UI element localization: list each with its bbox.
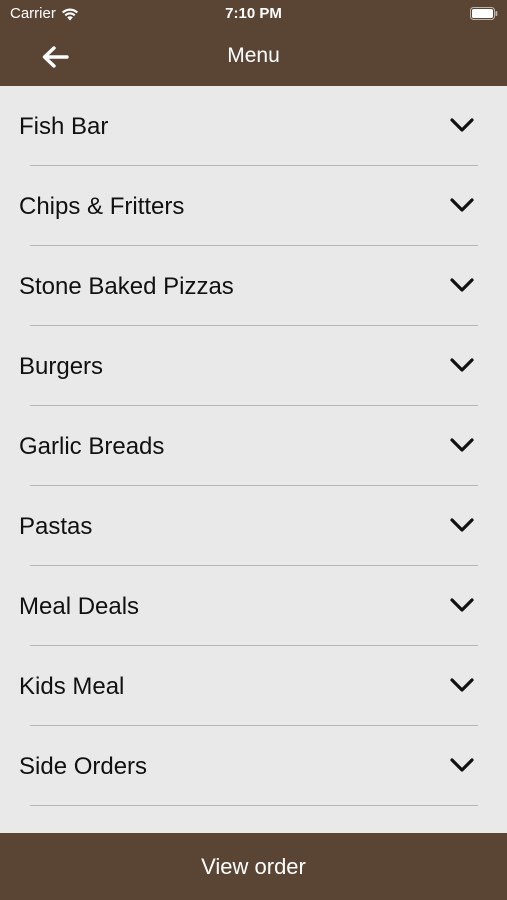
- menu-category-label: Fish Bar: [19, 113, 109, 140]
- chevron-down-icon[interactable]: [449, 196, 475, 214]
- menu-category-label: Chips & Fritters: [19, 193, 185, 220]
- chevron-down-icon[interactable]: [449, 356, 475, 374]
- chevron-down-icon[interactable]: [449, 756, 475, 774]
- nav-bar: Menu: [0, 28, 507, 86]
- menu-category-chips-fritters[interactable]: Chips & Fritters: [0, 166, 507, 246]
- chevron-down-icon[interactable]: [449, 436, 475, 454]
- status-time: 7:10 PM: [225, 5, 282, 22]
- menu-category-label: Pastas: [19, 513, 93, 540]
- menu-category-meal-deals[interactable]: Meal Deals: [0, 566, 507, 646]
- divider: [30, 805, 478, 806]
- battery-icon: [470, 7, 498, 20]
- menu-category-burgers[interactable]: Burgers: [0, 326, 507, 406]
- menu-category-fish-bar[interactable]: Fish Bar: [0, 86, 507, 166]
- chevron-down-icon[interactable]: [449, 276, 475, 294]
- menu-category-kids-meal[interactable]: Kids Meal: [0, 646, 507, 726]
- menu-category-garlic-breads[interactable]: Garlic Breads: [0, 406, 507, 486]
- chevron-down-icon[interactable]: [449, 676, 475, 694]
- menu-category-pastas[interactable]: Pastas: [0, 486, 507, 566]
- menu-category-list: Fish Bar Chips & Fritters Stone Baked Pi…: [0, 86, 507, 833]
- header: Carrier 7:10 PM Menu: [0, 0, 507, 86]
- menu-category-side-orders[interactable]: Side Orders: [0, 726, 507, 806]
- status-bar: Carrier 7:10 PM: [0, 0, 507, 28]
- menu-category-label: Side Orders: [19, 753, 148, 780]
- chevron-down-icon[interactable]: [449, 516, 475, 534]
- menu-category-label: Kids Meal: [19, 673, 125, 700]
- menu-category-stone-baked-pizzas[interactable]: Stone Baked Pizzas: [0, 246, 507, 326]
- menu-category-label: Burgers: [19, 353, 104, 380]
- page-title: Menu: [227, 44, 280, 67]
- chevron-down-icon[interactable]: [449, 116, 475, 134]
- chevron-down-icon[interactable]: [449, 596, 475, 614]
- menu-category-label: Stone Baked Pizzas: [19, 273, 234, 300]
- menu-category-label: Garlic Breads: [19, 433, 165, 460]
- menu-category-label: Meal Deals: [19, 593, 140, 620]
- menu-screen: Carrier 7:10 PM Menu Fish Bar Chips & Fr…: [0, 0, 507, 900]
- view-order-button[interactable]: View order: [0, 833, 507, 900]
